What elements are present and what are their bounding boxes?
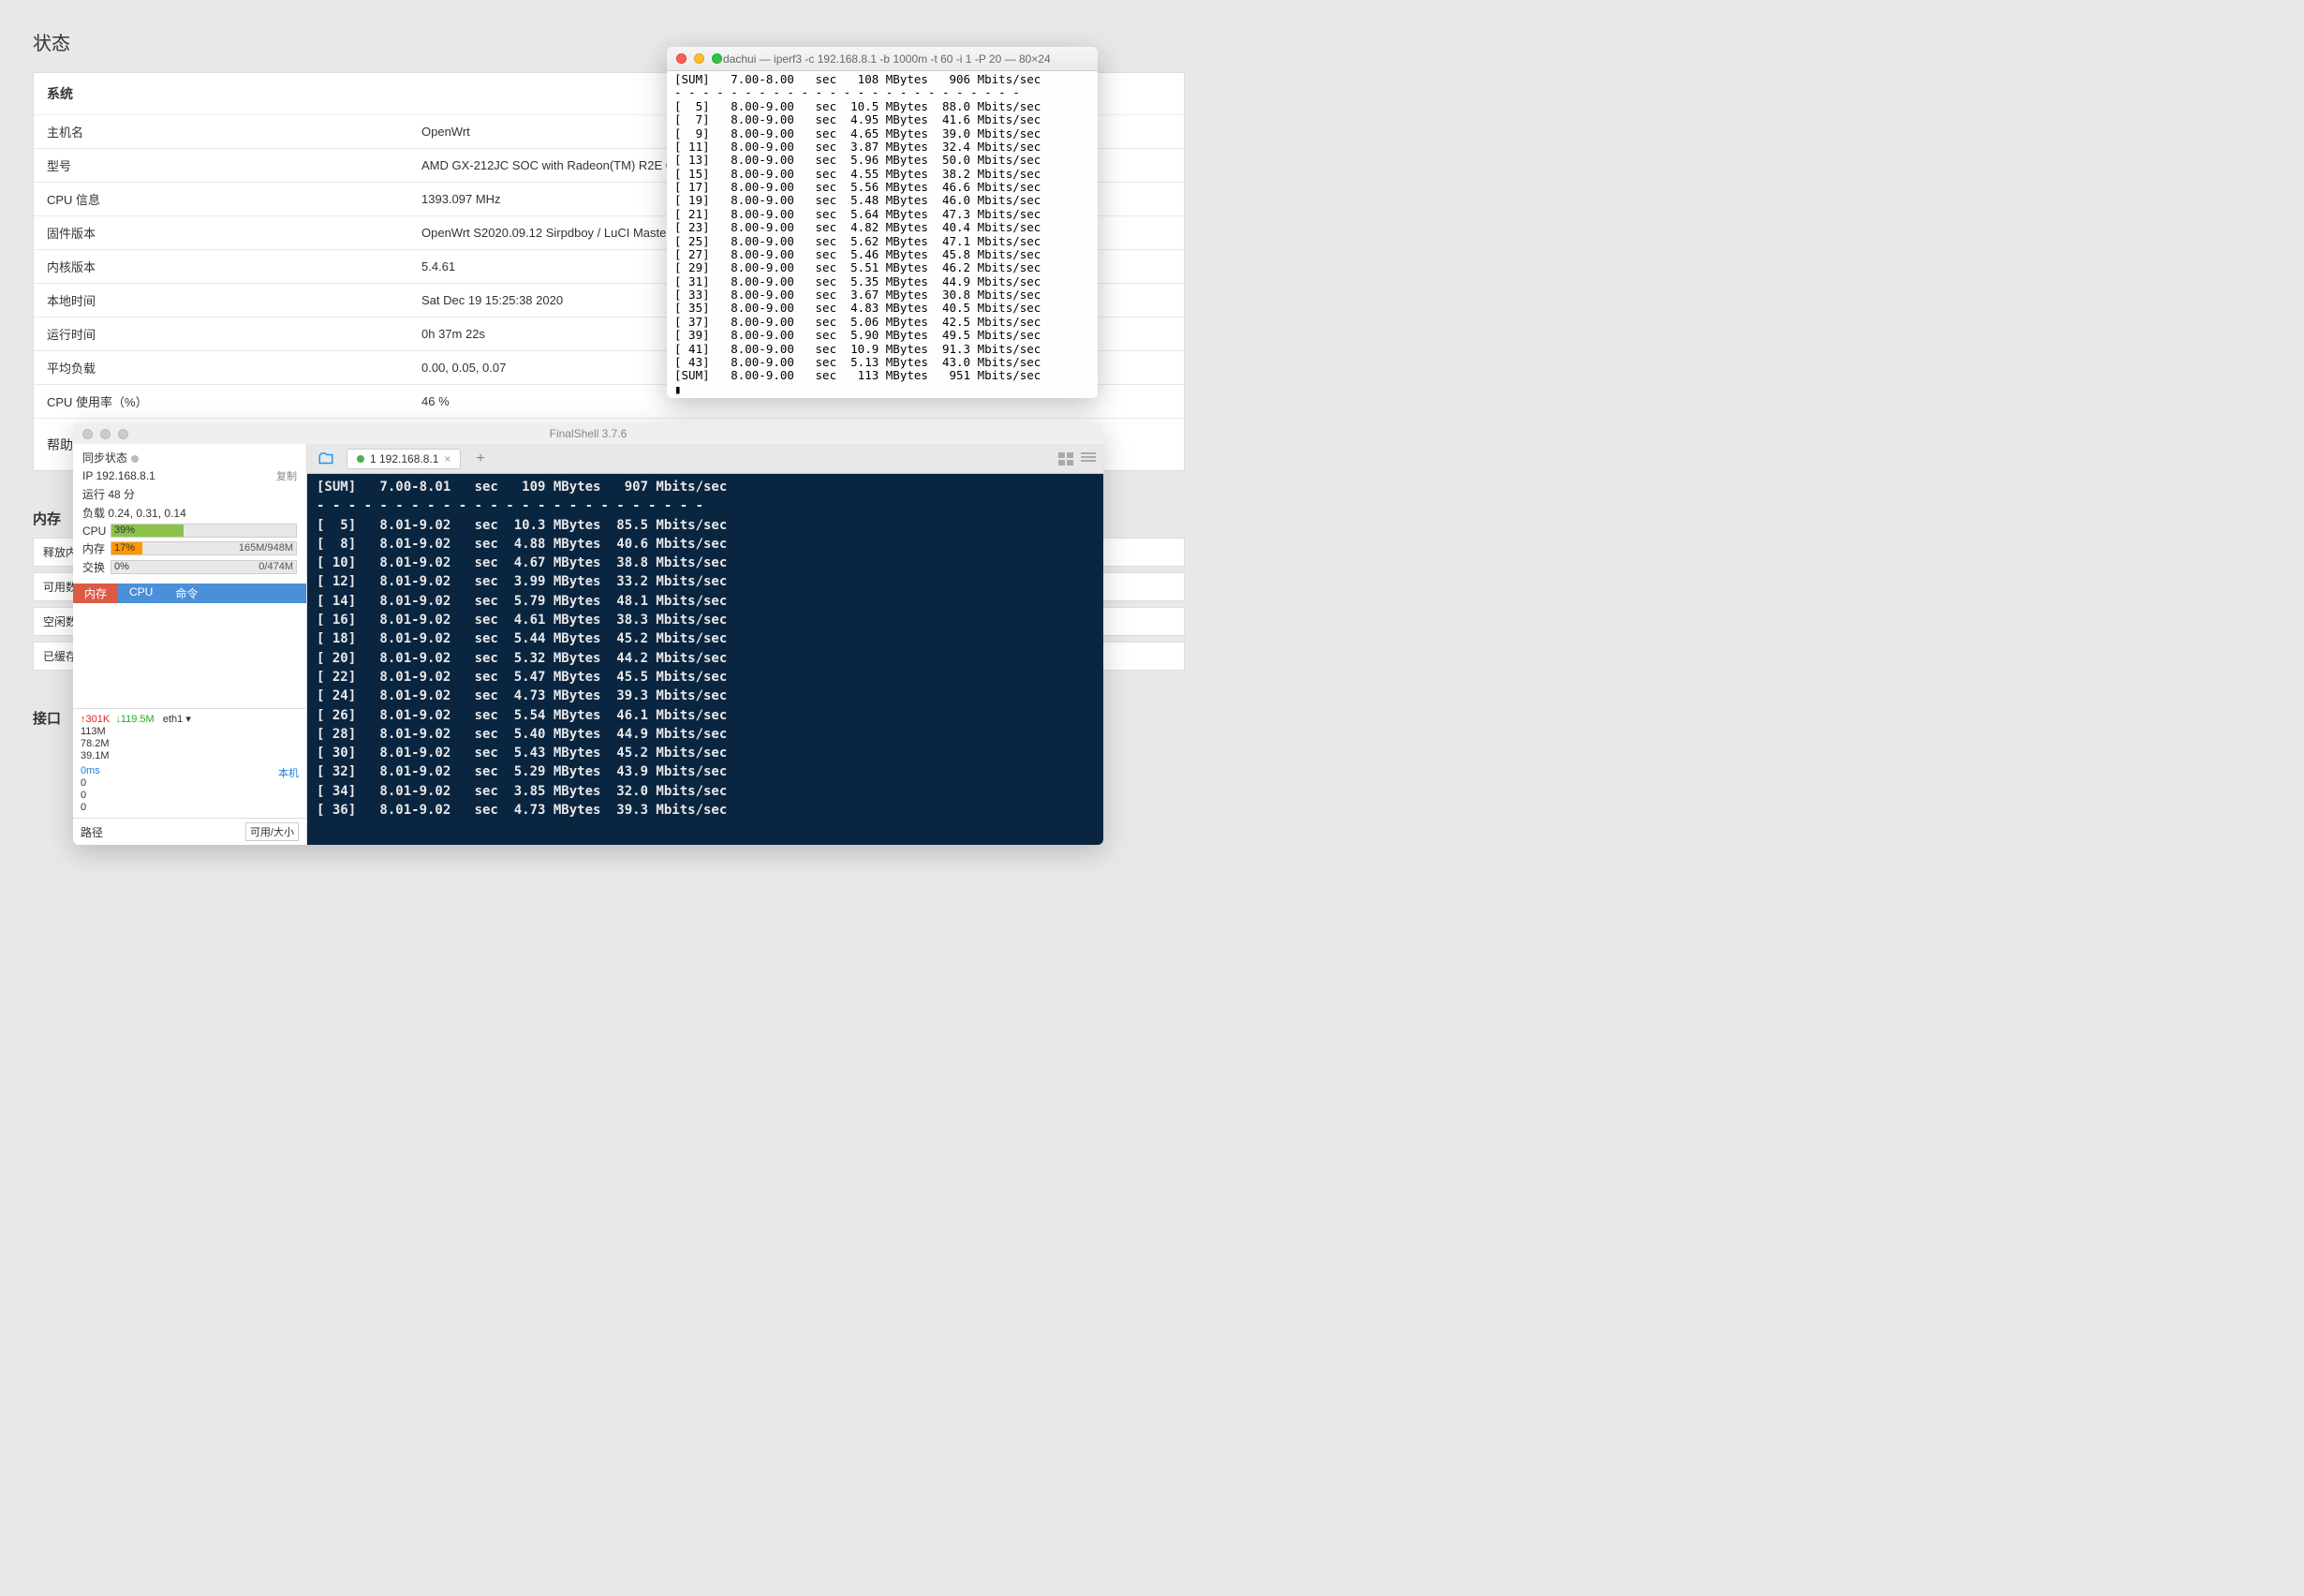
close-icon[interactable] [82,429,93,439]
terminal-window[interactable]: ⌂dachui — iperf3 -c 192.168.8.1 -b 1000m… [667,47,1098,398]
load-label: 负载 0.24, 0.31, 0.14 [82,505,186,521]
cpu-bar: 39% [111,524,297,538]
grid-view-icon[interactable] [1058,452,1073,466]
latency-host: 本机 [278,765,299,780]
path-label: 路径 [81,824,103,840]
iface-select[interactable]: eth1 ▾ [163,714,191,725]
swap-usage: 0/474M [258,561,293,572]
row-label: CPU 使用率（%） [47,392,421,410]
close-tab-icon[interactable]: × [444,452,450,466]
disk-select[interactable]: 可用/大小 [245,822,299,841]
swap-label: 交换 [82,559,111,575]
minimize-icon[interactable] [694,53,704,64]
finalshell-title: FinalShell 3.7.6 [73,427,1103,440]
terminal-titlebar[interactable]: ⌂dachui — iperf3 -c 192.168.8.1 -b 1000m… [667,47,1098,71]
swap-percent: 0% [114,561,129,572]
mem-bar: 17% 165M/948M [111,541,297,555]
session-tab[interactable]: 1 192.168.8.1 × [347,449,461,469]
net-val: 78.2M [81,738,299,749]
upload-rate: ↑301K [81,714,110,725]
tab-cpu[interactable]: CPU [118,584,164,603]
maximize-icon[interactable] [118,429,128,439]
row-label: 运行时间 [47,325,421,343]
latency-val: 0 [81,790,299,801]
cpu-percent: 39% [114,525,135,536]
row-label: 型号 [47,156,421,174]
uptime-label: 运行 48 分 [82,486,135,502]
net-val: 39.1M [81,750,299,761]
finalshell-titlebar[interactable]: FinalShell 3.7.6 [73,423,1103,444]
row-label: 主机名 [47,123,421,140]
row-label: CPU 信息 [47,190,421,208]
sync-status-label: 同步状态 [82,451,127,465]
latency-val: 0 [81,777,299,789]
mem-usage: 165M/948M [239,542,293,554]
status-dot-icon [357,455,364,463]
row-label: 平均负载 [47,359,421,377]
latency-label: 0ms [81,765,100,776]
ip-label: IP 192.168.8.1 [82,469,155,482]
tab-cmd[interactable]: 命令 [164,584,209,603]
terminal-output[interactable]: [SUM] 7.00-8.00 sec 108 MBytes 906 Mbits… [667,71,1098,398]
session-tab-label: 1 192.168.8.1 [370,452,438,466]
copy-button[interactable]: 复制 [276,468,297,483]
maximize-icon[interactable] [712,53,722,64]
cpu-label: CPU [82,525,111,538]
row-label: 固件版本 [47,224,421,242]
finalshell-topbar: 1 192.168.8.1 × + [307,444,1103,474]
add-tab-button[interactable]: + [470,451,490,467]
status-dot-icon [131,455,139,463]
minimize-icon[interactable] [100,429,111,439]
sidebar-tabs: 内存 CPU 命令 [73,584,306,603]
mem-label: 内存 [82,540,111,556]
net-val: 113M [81,726,299,737]
row-label: 本地时间 [47,291,421,309]
finalshell-sidebar: 同步状态 IP 192.168.8.1 复制 运行 48 分 负载 0.24, 0… [73,444,307,845]
folder-icon[interactable] [315,451,337,467]
finalshell-window[interactable]: FinalShell 3.7.6 同步状态 IP 192.168.8.1 复制 运… [73,423,1103,845]
list-view-icon[interactable] [1081,452,1096,466]
latency-val: 0 [81,802,299,813]
row-label: 内核版本 [47,258,421,275]
terminal-title: ⌂dachui — iperf3 -c 192.168.8.1 -b 1000m… [667,52,1098,66]
download-rate: ↓119.5M [115,714,154,725]
tab-memory[interactable]: 内存 [73,584,118,603]
close-icon[interactable] [676,53,687,64]
swap-bar: 0% 0/474M [111,560,297,574]
finalshell-terminal[interactable]: [SUM] 7.00-8.01 sec 109 MBytes 907 Mbits… [307,474,1103,845]
mem-percent: 17% [114,542,135,554]
